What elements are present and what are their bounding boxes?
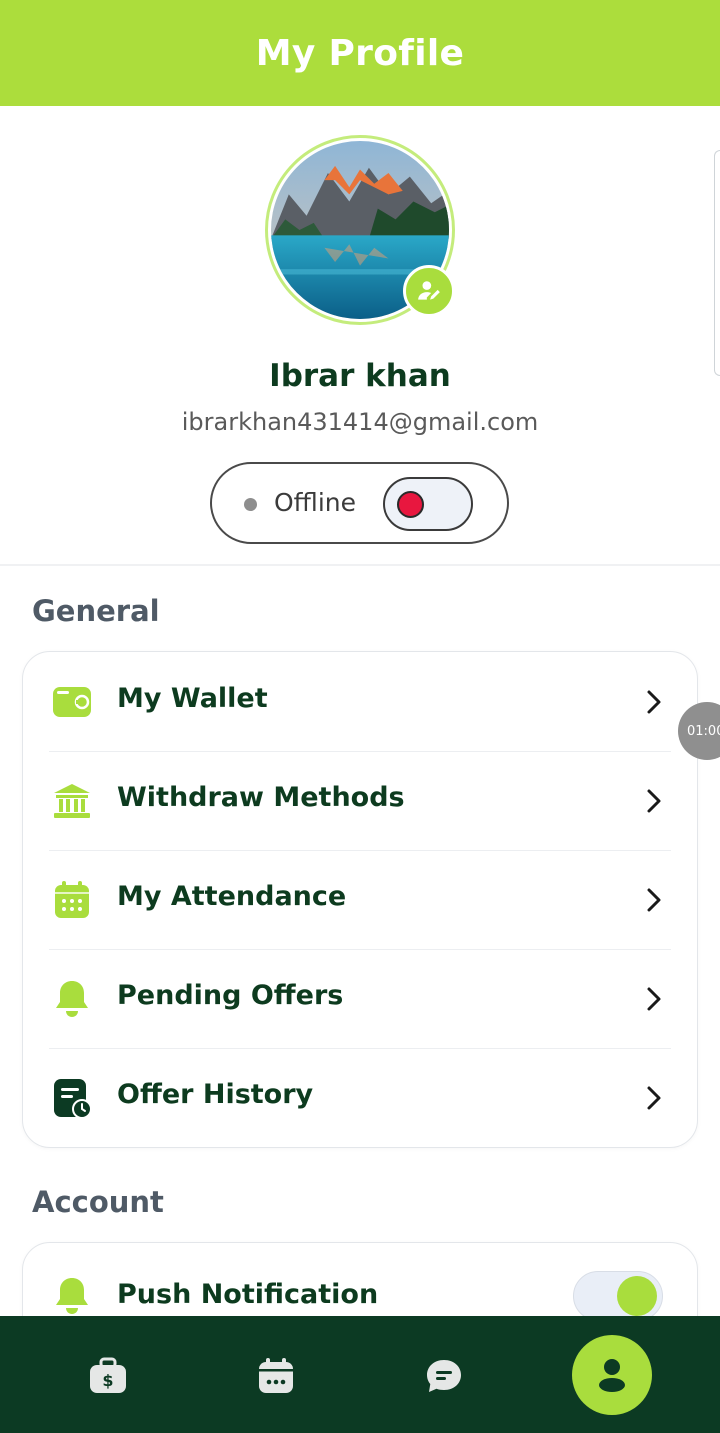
chevron-right-icon xyxy=(647,690,661,714)
availability-status: Offline xyxy=(210,462,509,544)
chevron-right-icon xyxy=(647,789,661,813)
online-toggle[interactable] xyxy=(383,477,473,531)
toggle-knob xyxy=(617,1276,657,1316)
profile-email: ibrarkhan431414@gmail.com xyxy=(181,408,539,436)
menu-item-offer-history[interactable]: Offer History xyxy=(23,1048,697,1147)
wallet-icon xyxy=(51,681,93,723)
general-menu-card: My Wallet Withdraw Methods My Attendance… xyxy=(22,651,698,1148)
section-title-account: Account xyxy=(32,1185,164,1219)
nav-profile[interactable] xyxy=(572,1335,652,1415)
push-notification-toggle[interactable] xyxy=(573,1271,663,1321)
toggle-knob xyxy=(397,491,424,518)
menu-item-label: Pending Offers xyxy=(117,980,344,1011)
menu-item-withdraw-methods[interactable]: Withdraw Methods xyxy=(23,751,697,850)
user-edit-icon xyxy=(418,281,440,300)
bell-icon xyxy=(51,1275,93,1317)
bell-icon xyxy=(51,978,93,1020)
section-title-general: General xyxy=(32,594,160,628)
profile-avatar[interactable] xyxy=(265,135,455,325)
chevron-right-icon xyxy=(647,888,661,912)
timer-text: 01:00 xyxy=(687,723,720,739)
nav-calendar[interactable] xyxy=(246,1346,306,1406)
chevron-right-icon xyxy=(647,1086,661,1110)
chevron-right-icon xyxy=(647,987,661,1011)
menu-item-label: My Attendance xyxy=(117,881,347,912)
nav-earnings[interactable]: $ xyxy=(78,1346,138,1406)
bottom-navigation: $ xyxy=(0,1316,720,1433)
receipt-clock-icon xyxy=(51,1077,93,1119)
calendar-icon xyxy=(51,879,93,921)
status-dot-icon xyxy=(244,498,257,511)
edit-avatar-button[interactable] xyxy=(403,265,455,317)
app-header: My Profile xyxy=(0,0,720,106)
menu-item-my-attendance[interactable]: My Attendance xyxy=(23,850,697,949)
menu-item-label: Offer History xyxy=(117,1079,314,1110)
menu-item-my-wallet[interactable]: My Wallet xyxy=(23,652,697,751)
page-title: My Profile xyxy=(255,32,465,74)
calendar-icon xyxy=(259,1358,293,1393)
menu-item-label: My Wallet xyxy=(117,683,268,714)
profile-name: Ibrar khan xyxy=(269,358,451,394)
section-divider xyxy=(0,564,720,566)
status-label: Offline xyxy=(274,488,357,517)
nav-chat[interactable] xyxy=(414,1346,474,1406)
chat-icon xyxy=(427,1360,461,1392)
menu-item-label: Push Notification xyxy=(117,1279,379,1310)
menu-item-label: Withdraw Methods xyxy=(117,782,405,813)
menu-item-pending-offers[interactable]: Pending Offers xyxy=(23,949,697,1048)
scroll-indicator xyxy=(714,150,720,376)
briefcase-dollar-icon: $ xyxy=(90,1357,126,1393)
user-icon xyxy=(599,1359,625,1392)
bank-icon xyxy=(51,780,93,822)
svg-text:$: $ xyxy=(102,1371,113,1390)
